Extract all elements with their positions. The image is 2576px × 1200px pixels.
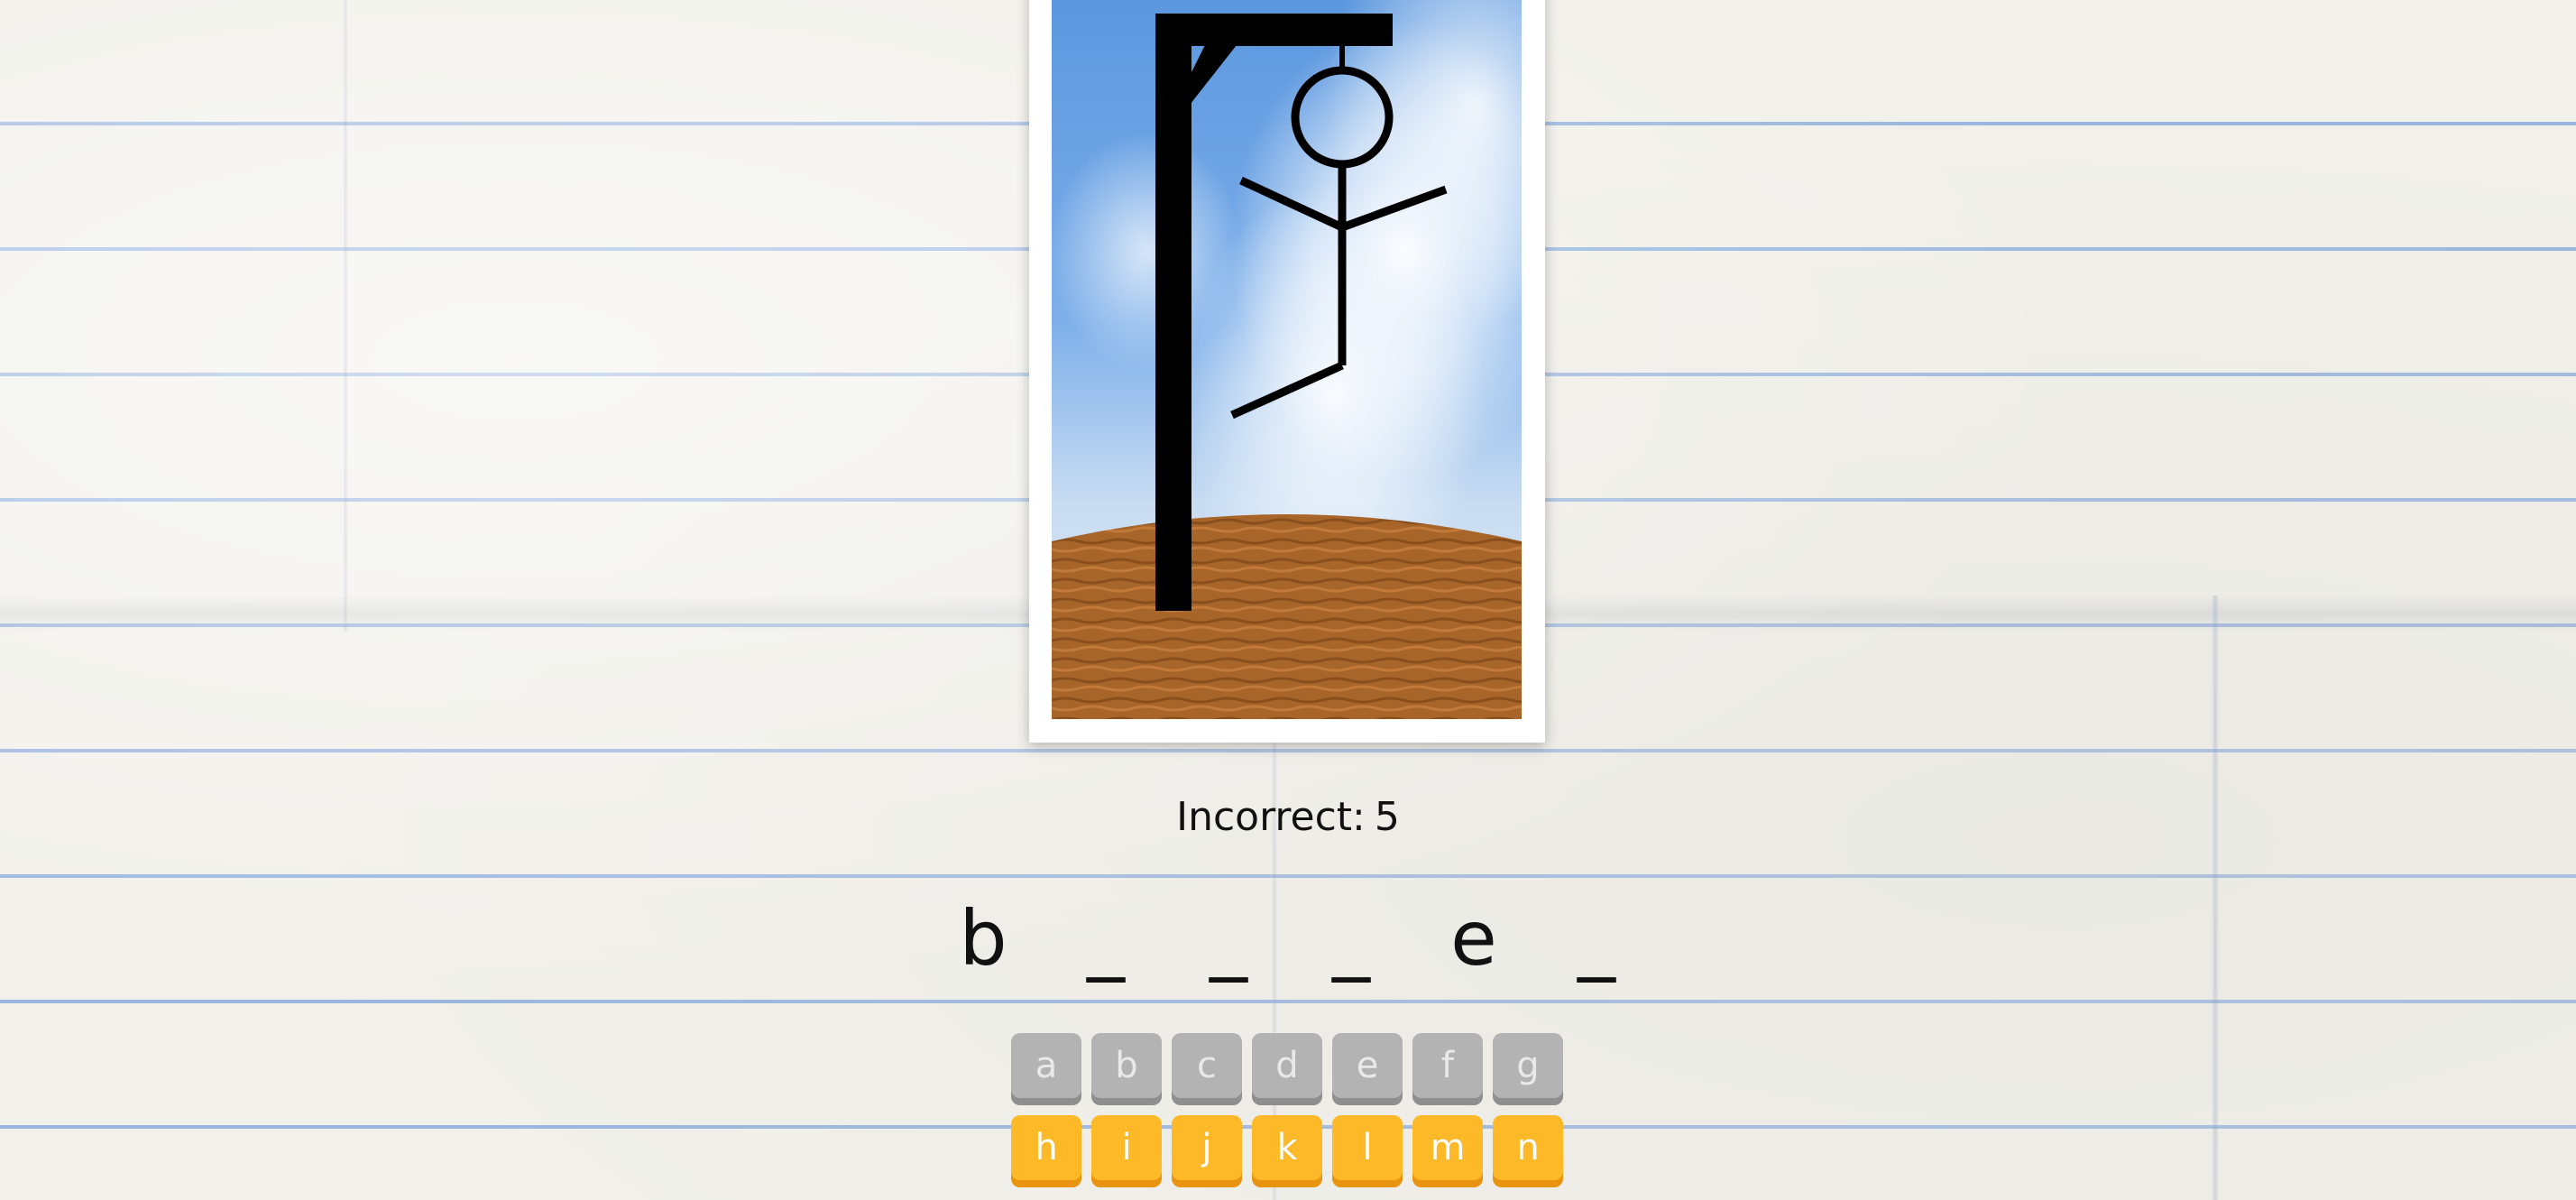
word-letter-slot: _	[1578, 894, 1615, 983]
incorrect-counter: Incorrect: 5	[1108, 794, 1468, 840]
letter-key-d[interactable]: d	[1252, 1033, 1322, 1105]
letter-key-b[interactable]: b	[1091, 1033, 1162, 1105]
letter-key-f[interactable]: f	[1412, 1033, 1483, 1105]
incorrect-count: 5	[1374, 794, 1400, 840]
hangman-left-leg	[1230, 361, 1344, 420]
letter-key-l[interactable]: l	[1332, 1115, 1403, 1187]
gallows-post	[1155, 14, 1191, 611]
word-letter-slot: e	[1450, 894, 1497, 983]
incorrect-label: Incorrect:	[1176, 794, 1366, 840]
letter-key-m[interactable]: m	[1412, 1115, 1483, 1187]
hangman-picture-card	[1029, 0, 1545, 743]
word-letter-slot: _	[1332, 894, 1370, 983]
keyboard-row: a b c d e f g	[1011, 1033, 1570, 1105]
gallows-beam	[1155, 14, 1393, 46]
letter-key-n[interactable]: n	[1493, 1115, 1563, 1187]
letter-keyboard: a b c d e f g h i j k l m n	[1011, 1033, 1570, 1197]
letter-key-j[interactable]: j	[1172, 1115, 1242, 1187]
gallows-brace	[1187, 45, 1237, 108]
letter-key-h[interactable]: h	[1011, 1115, 1081, 1187]
letter-key-c[interactable]: c	[1172, 1033, 1242, 1105]
word-letter-slot: _	[1210, 894, 1247, 983]
keyboard-row: h i j k l m n	[1011, 1115, 1570, 1187]
hangman-gallows-icon	[1052, 14, 1522, 719]
paper-fold	[343, 0, 348, 632]
letter-key-g[interactable]: g	[1493, 1033, 1563, 1105]
paper-fold	[2212, 595, 2219, 1200]
word-letter-slot: _	[1087, 894, 1125, 983]
letter-key-k[interactable]: k	[1252, 1115, 1322, 1187]
hangman-head	[1291, 66, 1394, 169]
hangman-right-arm	[1340, 185, 1448, 232]
ground-mound	[1052, 514, 1522, 719]
letter-key-a[interactable]: a	[1011, 1033, 1081, 1105]
letter-key-i[interactable]: i	[1091, 1115, 1162, 1187]
hangman-left-arm	[1239, 176, 1344, 232]
word-display: b _ _ _ e _	[920, 889, 1660, 988]
hangman-scene	[1052, 0, 1522, 719]
word-letter-slot: b	[959, 894, 1007, 983]
letter-key-e[interactable]: e	[1332, 1033, 1403, 1105]
